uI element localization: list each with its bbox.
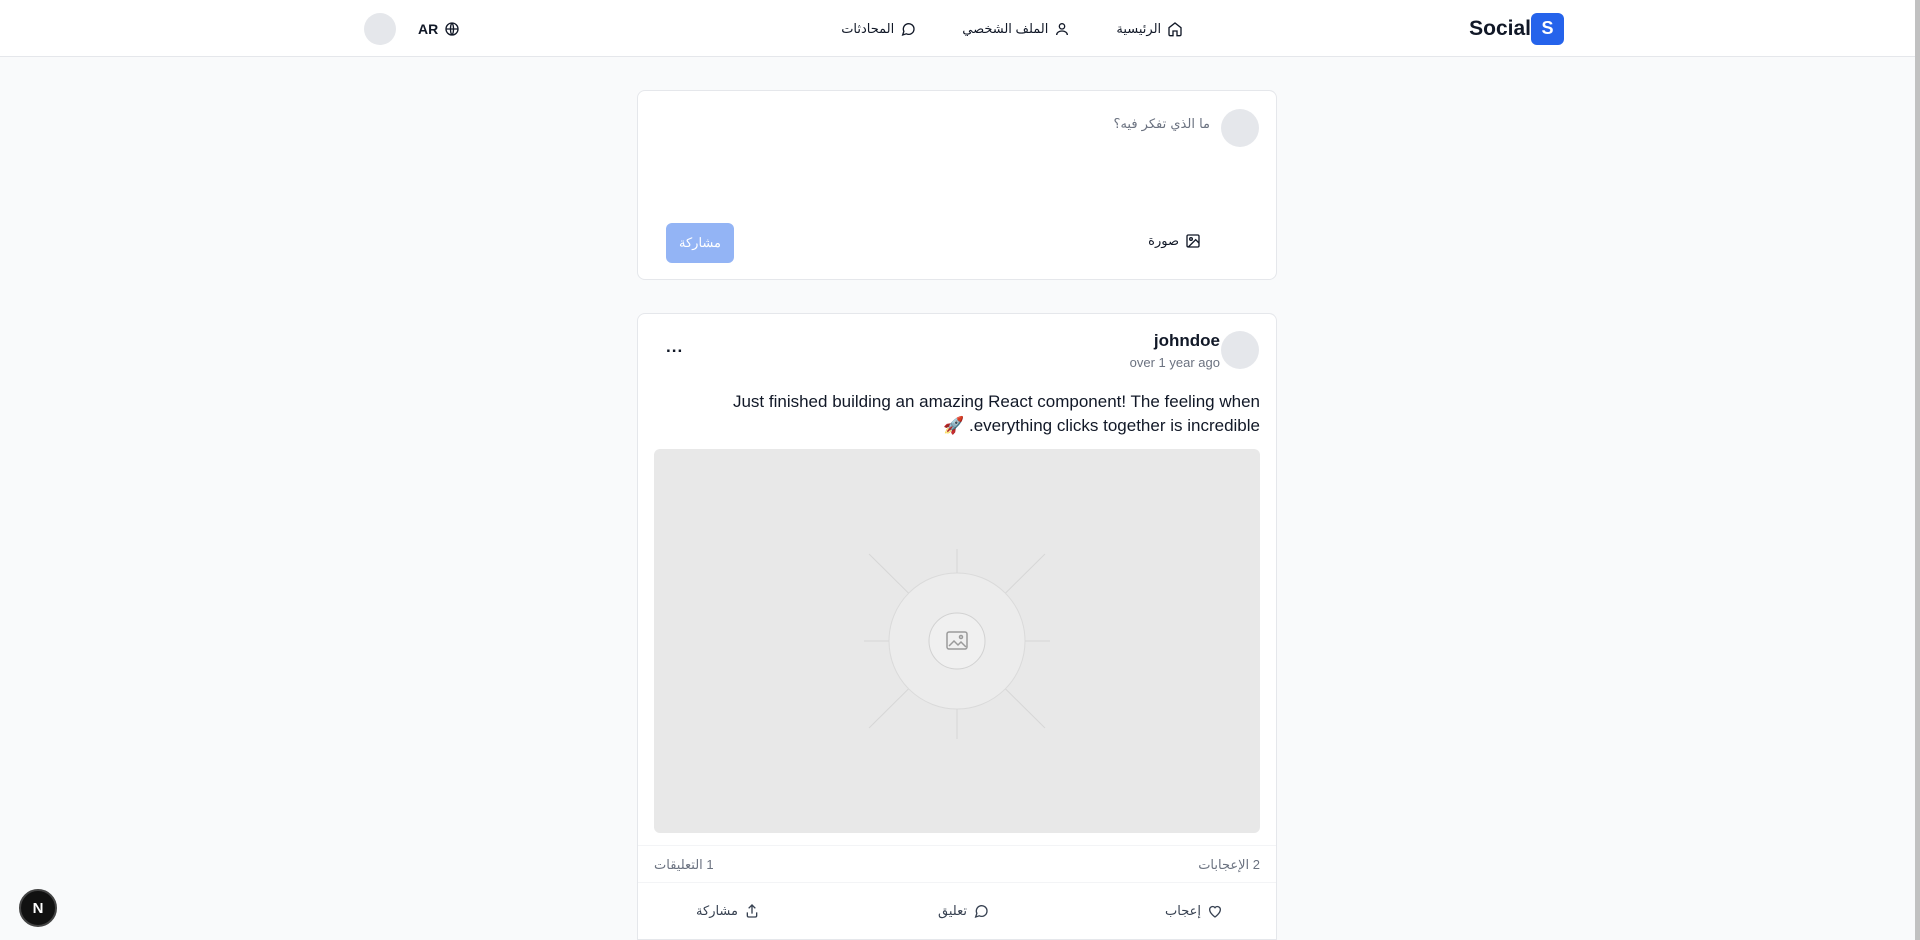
post-timestamp: over 1 year ago: [1129, 355, 1220, 370]
likes-count[interactable]: 2 الإعجابات: [1198, 857, 1260, 873]
heart-icon: [1209, 905, 1221, 918]
user-icon: [1056, 22, 1069, 35]
nav-chats-label: المحادثات: [841, 20, 895, 36]
brand-logo[interactable]: S Social: [1469, 12, 1564, 45]
post-card: johndoe over 1 year ago ... Just finishe…: [637, 313, 1277, 940]
top-navigation-content: S Social الرئيسية الملف الشخصي المحادثات…: [364, 0, 1564, 57]
post-text: Just finished building an amazing React …: [732, 392, 1260, 435]
nav-profile-label: الملف الشخصي: [962, 20, 1049, 36]
comment-label: تعليق: [938, 903, 967, 918]
submit-post-button[interactable]: مشاركة: [666, 223, 734, 263]
image-placeholder-graphic: [864, 549, 1050, 739]
like-label: إعجاب: [1165, 903, 1201, 918]
nav-profile[interactable]: الملف الشخصي: [962, 21, 1070, 37]
top-navigation-bar: S Social الرئيسية الملف الشخصي المحادثات…: [0, 0, 1915, 57]
share-icon: [746, 904, 758, 918]
post-composer: صورة مشاركة: [637, 90, 1277, 280]
comment-icon: [974, 905, 988, 919]
user-avatar[interactable]: [364, 12, 396, 45]
post-input[interactable]: [690, 117, 1210, 187]
brand-badge: S: [1531, 12, 1564, 45]
composer-avatar: [1221, 109, 1259, 147]
post-author-avatar[interactable]: [1221, 331, 1259, 369]
share-label: مشاركة: [696, 903, 738, 918]
home-icon: [1168, 21, 1182, 36]
nav-home-label: الرئيسية: [1116, 20, 1162, 36]
add-photo-label: صورة: [1148, 233, 1179, 248]
main-nav: الرئيسية الملف الشخصي المحادثات: [841, 21, 1183, 37]
post-actions: إعجاب تعليق مشاركة: [638, 885, 1276, 940]
like-button[interactable]: إعجاب: [1165, 903, 1223, 919]
comment-button[interactable]: تعليق: [938, 903, 989, 919]
more-options-button[interactable]: ...: [666, 337, 683, 357]
post-stats: 2 الإعجابات 1 التعليقات: [638, 845, 1276, 883]
nav-home[interactable]: الرئيسية: [1116, 21, 1183, 37]
language-switcher[interactable]: AR: [418, 21, 460, 37]
header-tools: AR: [364, 12, 460, 45]
chat-icon: [901, 22, 915, 36]
globe-icon: [445, 21, 459, 36]
brand-name: Social: [1469, 16, 1531, 40]
dev-tools-badge[interactable]: N: [19, 889, 57, 927]
share-button[interactable]: مشاركة: [696, 903, 760, 919]
nav-chats[interactable]: المحادثات: [841, 21, 916, 37]
comments-count[interactable]: 1 التعليقات: [654, 857, 714, 873]
page-scrollbar[interactable]: [1915, 0, 1920, 940]
add-photo-button[interactable]: صورة: [1148, 233, 1201, 249]
language-label: AR: [418, 20, 439, 37]
image-icon: [1186, 234, 1200, 248]
post-author-name[interactable]: johndoe: [1154, 331, 1220, 351]
post-image-placeholder[interactable]: [654, 449, 1260, 833]
